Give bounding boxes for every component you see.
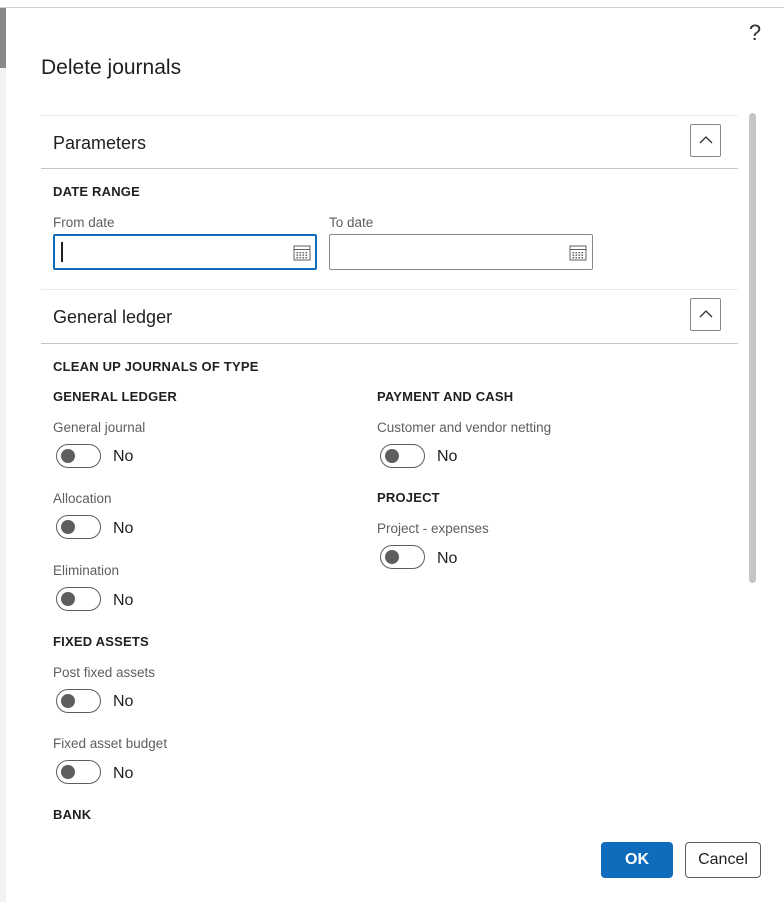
- elimination-toggle[interactable]: [56, 587, 101, 611]
- allocation-label: Allocation: [53, 491, 112, 506]
- chevron-up-icon: [699, 136, 713, 144]
- from-date-input[interactable]: [60, 239, 280, 265]
- section-header-line: [41, 168, 738, 169]
- project-expenses-value: No: [437, 550, 458, 567]
- toggle-knob: [61, 520, 75, 534]
- general-journal-toggle[interactable]: [56, 444, 101, 468]
- post-fixed-assets-label: Post fixed assets: [53, 665, 156, 680]
- project-expenses-toggle[interactable]: [380, 545, 425, 569]
- calendar-icon[interactable]: [293, 244, 311, 261]
- project-expenses-label: Project - expenses: [377, 521, 489, 536]
- fixed-asset-budget-label: Fixed asset budget: [53, 736, 168, 751]
- clean-up-journals-heading: CLEAN UP JOURNALS OF TYPE: [53, 359, 259, 374]
- project-group-label: PROJECT: [377, 490, 440, 505]
- elimination-label: Elimination: [53, 563, 120, 578]
- dialog-title: Delete journals: [41, 56, 182, 79]
- elimination-value: No: [113, 592, 134, 609]
- customer-vendor-netting-value: No: [437, 448, 458, 465]
- toggle-knob: [61, 694, 75, 708]
- post-fixed-assets-value: No: [113, 693, 134, 710]
- date-range-label: DATE RANGE: [53, 184, 140, 199]
- general-ledger-collapse-button[interactable]: [690, 298, 721, 331]
- allocation-toggle[interactable]: [56, 515, 101, 539]
- cancel-button[interactable]: Cancel: [685, 842, 761, 878]
- general-ledger-section-title[interactable]: General ledger: [53, 307, 172, 328]
- left-rail: [0, 68, 6, 902]
- post-fixed-assets-toggle[interactable]: [56, 689, 101, 713]
- toggle-knob: [385, 449, 399, 463]
- payment-and-cash-group-label: PAYMENT AND CASH: [377, 389, 514, 404]
- customer-vendor-netting-toggle[interactable]: [380, 444, 425, 468]
- toggle-knob: [385, 550, 399, 564]
- scrollbar-thumb[interactable]: [749, 113, 756, 583]
- fixed-asset-budget-toggle[interactable]: [56, 760, 101, 784]
- parameters-section-title[interactable]: Parameters: [53, 133, 146, 154]
- parameters-collapse-button[interactable]: [690, 124, 721, 157]
- general-journal-label: General journal: [53, 420, 146, 435]
- to-date-field[interactable]: [329, 234, 593, 270]
- section-divider: [41, 115, 738, 116]
- ok-button[interactable]: OK: [601, 842, 673, 878]
- fixed-assets-group-label: FIXED ASSETS: [53, 634, 149, 649]
- to-date-label: To date: [329, 215, 374, 230]
- left-rail-handle: [0, 8, 6, 68]
- text-caret: [61, 242, 63, 262]
- chevron-up-icon: [699, 310, 713, 318]
- toggle-knob: [61, 765, 75, 779]
- section-divider: [41, 289, 738, 290]
- help-button[interactable]: ?: [744, 20, 766, 46]
- top-border: [0, 7, 784, 8]
- from-date-field[interactable]: [53, 234, 317, 270]
- toggle-knob: [61, 449, 75, 463]
- allocation-value: No: [113, 520, 134, 537]
- fixed-asset-budget-value: No: [113, 765, 134, 782]
- toggle-knob: [61, 592, 75, 606]
- section-header-line: [41, 343, 738, 344]
- to-date-input[interactable]: [336, 239, 556, 265]
- from-date-label: From date: [53, 215, 115, 230]
- bank-group-label: BANK: [53, 807, 92, 822]
- general-journal-value: No: [113, 448, 134, 465]
- customer-vendor-netting-label: Customer and vendor netting: [377, 420, 552, 435]
- general-ledger-group-label: GENERAL LEDGER: [53, 389, 177, 404]
- calendar-icon[interactable]: [569, 244, 587, 261]
